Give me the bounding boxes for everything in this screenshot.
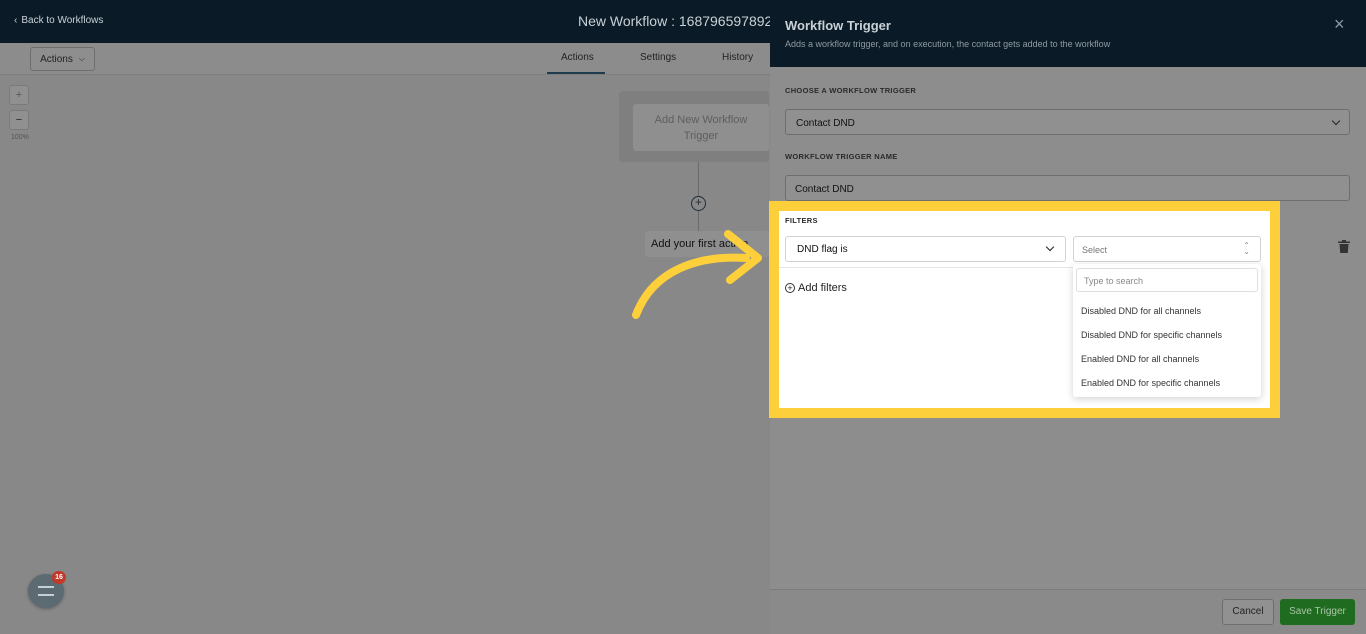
add-filters-button[interactable]: + Add filters <box>785 282 847 294</box>
add-filters-label: Add filters <box>798 282 847 294</box>
back-link-label: Back to Workflows <box>21 15 104 26</box>
trigger-card-line2: Trigger <box>683 130 719 142</box>
tab-actions[interactable]: Actions <box>561 52 594 63</box>
dropdown-search-input[interactable]: Type to search <box>1076 268 1258 292</box>
filter-value-select[interactable]: Select ⌃ ⌄ <box>1073 236 1261 262</box>
tab-settings[interactable]: Settings <box>640 52 676 63</box>
chevron-down-icon: ⌵ <box>78 54 85 63</box>
trigger-type-value: Contact DND <box>796 118 855 129</box>
sort-arrows-icon: ⌃ ⌄ <box>1243 241 1250 256</box>
zoom-level: 100% <box>11 134 29 141</box>
dropdown-option[interactable]: Enabled DND for all channels <box>1081 354 1199 364</box>
workflow-title: New Workflow : 1687965978922 <box>578 13 781 29</box>
chat-notification-badge: 16 <box>52 571 66 584</box>
trash-icon[interactable] <box>1338 240 1350 253</box>
actions-dropdown-label: Actions <box>40 53 73 65</box>
close-icon[interactable]: × <box>1334 15 1345 33</box>
active-tab-indicator <box>547 72 605 74</box>
chat-icon <box>38 586 54 596</box>
chevron-left-icon: ‹ <box>14 15 18 26</box>
filter-field-select[interactable]: DND flag is <box>785 236 1066 262</box>
choose-trigger-label: CHOOSE A WORKFLOW TRIGGER <box>785 86 917 95</box>
trigger-name-label: WORKFLOW TRIGGER NAME <box>785 152 898 161</box>
zoom-out-button[interactable]: − <box>9 110 29 130</box>
chevron-down-icon <box>1331 116 1341 126</box>
cancel-button[interactable]: Cancel <box>1222 599 1274 625</box>
dropdown-option[interactable]: Disabled DND for specific channels <box>1081 330 1222 340</box>
chevron-down-icon <box>1045 242 1055 252</box>
plus-circle-icon: + <box>785 283 795 293</box>
filters-label: FILTERS <box>785 216 818 225</box>
back-to-workflows-link[interactable]: ‹ Back to Workflows <box>14 15 103 26</box>
tab-history[interactable]: History <box>722 52 753 63</box>
add-workflow-trigger-card[interactable]: Add New Workflow Trigger <box>633 104 769 151</box>
filter-value-placeholder: Select <box>1082 245 1108 255</box>
zoom-in-button[interactable]: + <box>9 85 29 105</box>
add-node-icon[interactable]: + <box>691 196 706 211</box>
filter-field-value: DND flag is <box>797 244 848 255</box>
save-trigger-button[interactable]: Save Trigger <box>1280 599 1355 625</box>
drawer-footer <box>770 589 1366 634</box>
drawer-subtitle: Adds a workflow trigger, and on executio… <box>785 39 1111 49</box>
pointer-arrow-icon <box>632 230 762 319</box>
drawer-title: Workflow Trigger <box>785 18 891 33</box>
dropdown-option[interactable]: Disabled DND for all channels <box>1081 306 1201 316</box>
trigger-card-line1: Add New Workflow <box>654 114 748 126</box>
dropdown-option[interactable]: Enabled DND for specific channels <box>1081 378 1220 388</box>
actions-dropdown[interactable]: Actions ⌵ <box>30 47 95 71</box>
filter-divider <box>779 267 1073 268</box>
trigger-type-select[interactable]: Contact DND <box>785 109 1350 135</box>
trigger-name-input[interactable]: Contact DND <box>785 175 1350 201</box>
drawer-header <box>770 0 1366 67</box>
